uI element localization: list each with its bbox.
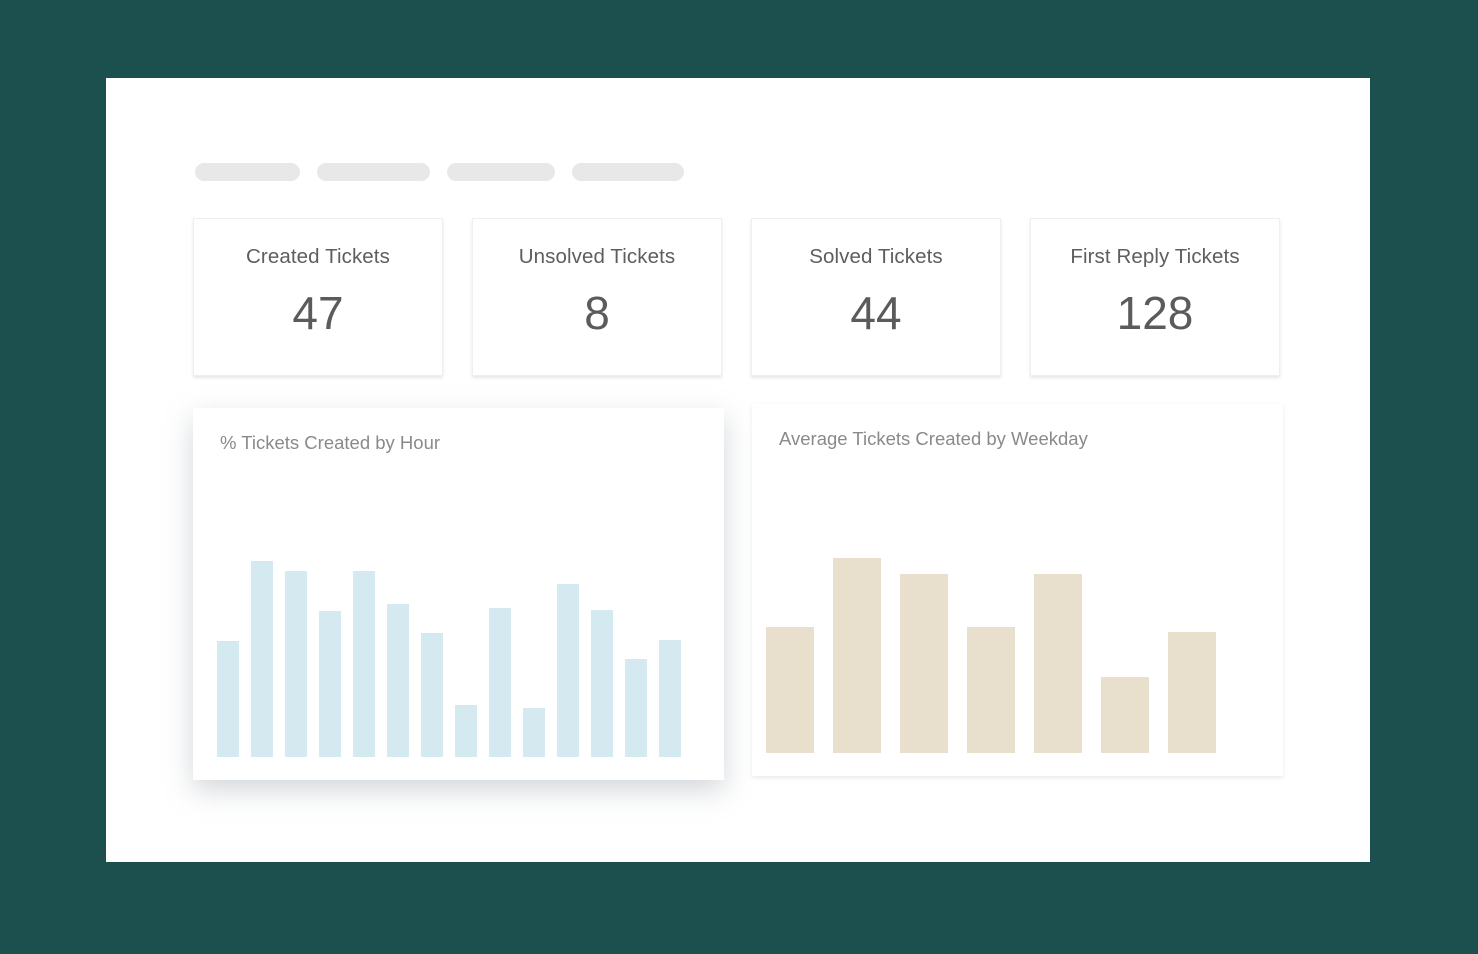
bar-tickets-by-hour[interactable]: [523, 708, 545, 757]
bar-tickets-by-hour[interactable]: [217, 641, 239, 757]
kpi-card[interactable]: Unsolved Tickets 8: [472, 218, 722, 376]
bar-tickets-by-hour[interactable]: [319, 611, 341, 757]
bar-tickets-by-hour[interactable]: [659, 640, 681, 757]
kpi-title: Solved Tickets: [809, 245, 943, 268]
kpi-card[interactable]: Solved Tickets 44: [751, 218, 1001, 376]
chart-title-tickets-by-hour: % Tickets Created by Hour: [220, 432, 441, 453]
kpi-value: 128: [1116, 286, 1194, 339]
kpi-title: First Reply Tickets: [1070, 245, 1240, 268]
kpi-title: Created Tickets: [246, 245, 390, 268]
bar-tickets-by-hour[interactable]: [421, 633, 443, 757]
dashboard-window: Created Tickets 47 Unsolved Tickets 8 Solved…: [106, 78, 1370, 862]
placeholder-pill-4[interactable]: [572, 163, 684, 181]
bar-tickets-by-hour[interactable]: [489, 608, 511, 757]
bar-avg-tickets-by-weekday[interactable]: [766, 627, 814, 753]
placeholder-pill-3[interactable]: [447, 163, 555, 181]
chart-card-tickets-by-hour[interactable]: % Tickets Created by Hour: [193, 408, 724, 780]
bar-tickets-by-hour[interactable]: [625, 659, 647, 757]
kpi-title: Unsolved Tickets: [518, 245, 676, 268]
bar-avg-tickets-by-weekday[interactable]: [1034, 574, 1082, 753]
bar-tickets-by-hour[interactable]: [353, 571, 375, 757]
kpi-card[interactable]: Created Tickets 47: [193, 218, 443, 376]
kpi-value: 44: [850, 286, 902, 339]
bar-tickets-by-hour[interactable]: [285, 571, 307, 757]
kpi-card[interactable]: First Reply Tickets 128: [1030, 218, 1280, 376]
kpi-value: 47: [292, 286, 344, 339]
bar-avg-tickets-by-weekday[interactable]: [900, 574, 948, 753]
bar-tickets-by-hour[interactable]: [591, 610, 613, 757]
bar-tickets-by-hour[interactable]: [455, 705, 477, 757]
bar-avg-tickets-by-weekday[interactable]: [833, 558, 881, 753]
chart-title-avg-tickets-by-weekday: Average Tickets Created by Weekday: [779, 428, 1088, 449]
kpi-value: 8: [584, 286, 610, 339]
placeholder-pill-1[interactable]: [195, 163, 300, 181]
bar-tickets-by-hour[interactable]: [251, 561, 273, 757]
placeholder-pill-row: [195, 163, 684, 181]
bar-avg-tickets-by-weekday[interactable]: [1101, 677, 1149, 753]
chart-card-avg-tickets-by-weekday[interactable]: Average Tickets Created by Weekday: [752, 404, 1283, 776]
bar-tickets-by-hour[interactable]: [557, 584, 579, 757]
kpi-card-row: Created Tickets 47 Unsolved Tickets 8 Solved…: [193, 218, 1281, 376]
bar-avg-tickets-by-weekday[interactable]: [1168, 632, 1216, 753]
plot-area-tickets-by-hour: [217, 557, 710, 757]
plot-area-avg-tickets-by-weekday: [766, 553, 1275, 753]
bar-tickets-by-hour[interactable]: [387, 604, 409, 757]
bar-avg-tickets-by-weekday[interactable]: [967, 627, 1015, 753]
placeholder-pill-2[interactable]: [317, 163, 430, 181]
